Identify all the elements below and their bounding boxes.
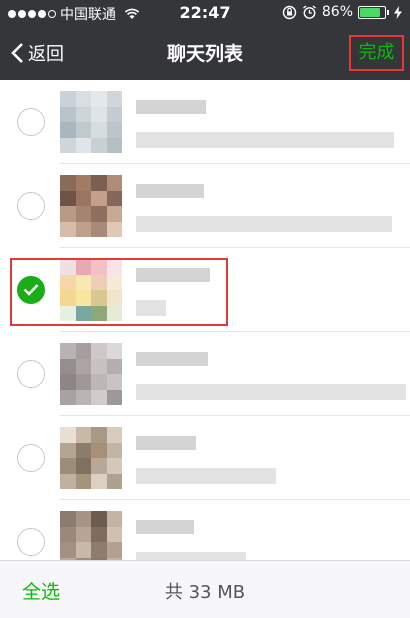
chat-preview-blurred	[136, 552, 246, 560]
chat-preview-blurred	[136, 132, 394, 148]
battery-level	[360, 7, 380, 17]
bottom-toolbar: 全选 共 33 MB	[0, 560, 410, 618]
avatar	[60, 511, 122, 560]
chat-name-blurred	[136, 520, 194, 534]
chat-row[interactable]	[0, 416, 410, 500]
avatar	[60, 427, 122, 489]
chat-row[interactable]	[0, 500, 410, 560]
back-button-label: 返回	[28, 44, 64, 65]
chat-row[interactable]	[0, 332, 410, 416]
checkbox-checked-icon[interactable]	[17, 276, 45, 304]
chat-name-blurred	[136, 352, 208, 366]
battery-cap	[387, 9, 389, 15]
done-button[interactable]: 完成	[349, 35, 404, 71]
chat-name-blurred	[136, 100, 206, 114]
battery-icon	[358, 5, 386, 19]
avatar	[60, 175, 122, 237]
chat-row[interactable]	[0, 164, 410, 248]
navigation-bar: 返回 聊天列表 完成	[0, 26, 410, 80]
chat-name-blurred	[136, 268, 210, 282]
rotation-lock-icon	[282, 5, 297, 19]
charging-icon	[394, 5, 402, 19]
chat-row[interactable]	[0, 248, 410, 332]
total-size-label: 共 33 MB	[164, 582, 246, 603]
chat-row[interactable]	[0, 80, 410, 164]
avatar	[60, 91, 122, 153]
checkbox-unchecked-icon[interactable]	[17, 528, 45, 556]
chat-name-blurred	[136, 436, 196, 450]
avatar	[60, 259, 122, 321]
checkbox-unchecked-icon[interactable]	[17, 360, 45, 388]
status-bar: 中国联通 22:47 86%	[0, 0, 410, 26]
avatar	[60, 343, 122, 405]
chevron-left-icon	[11, 43, 23, 63]
back-button[interactable]: 返回	[10, 40, 64, 66]
chat-preview-blurred	[136, 216, 392, 232]
chat-list	[0, 80, 410, 560]
alarm-icon	[302, 4, 316, 19]
chat-name-blurred	[136, 184, 204, 198]
checkbox-unchecked-icon[interactable]	[17, 108, 45, 136]
chat-preview-blurred	[136, 300, 166, 316]
chat-preview-blurred	[136, 384, 406, 400]
checkbox-unchecked-icon[interactable]	[17, 444, 45, 472]
checkbox-unchecked-icon[interactable]	[17, 192, 45, 220]
chat-preview-blurred	[136, 468, 276, 484]
battery-percent: 86%	[321, 4, 353, 20]
